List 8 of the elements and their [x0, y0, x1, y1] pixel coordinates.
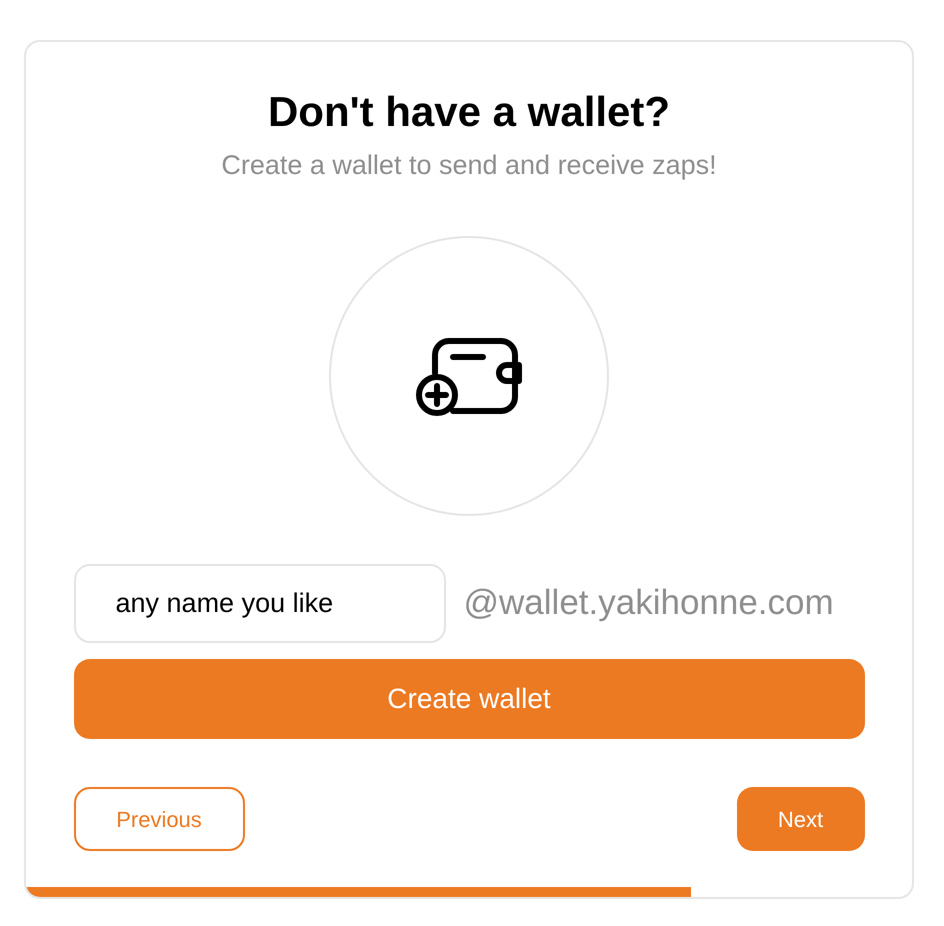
create-wallet-button[interactable]: Create wallet	[74, 659, 864, 739]
wallet-plus-icon	[413, 335, 525, 417]
previous-button[interactable]: Previous	[74, 787, 244, 851]
name-field[interactable]: any name you like	[74, 564, 446, 643]
next-button[interactable]: Next	[736, 787, 864, 851]
title: Don't have a wallet?	[268, 87, 670, 137]
domain-suffix: @wallet.yakihonne.com	[464, 582, 834, 624]
subtitle: Create a wallet to send and receive zaps!	[221, 149, 717, 182]
